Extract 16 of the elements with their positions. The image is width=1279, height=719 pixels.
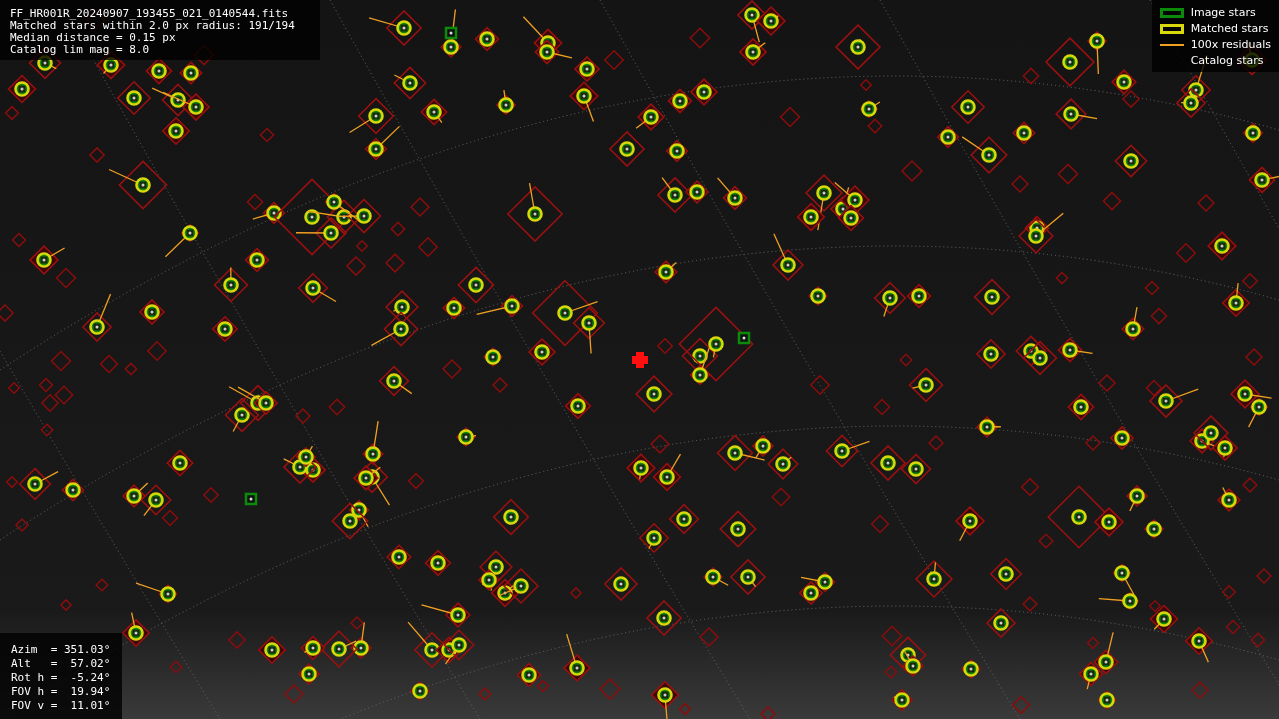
pointing-text: Azim = 351.03° — [11, 643, 112, 657]
info-text: Catalog lim mag = 8.0 — [10, 44, 151, 56]
matched-star-swatch-icon — [1159, 24, 1184, 34]
legend-label: Catalog stars — [1190, 54, 1264, 68]
pointing-text: Rot h = -5.24° — [11, 671, 112, 685]
info-text: Matched stars within 2.0 px radius: 191/194 — [10, 20, 296, 32]
legend-label: 100x residuals — [1190, 38, 1271, 52]
image-star-swatch-icon — [1159, 8, 1184, 18]
pointing-text: Alt = 57.02° — [11, 657, 112, 671]
info-text: Median distance = 0.15 px — [10, 32, 177, 44]
legend-label: Image stars — [1190, 6, 1256, 20]
info-text: FF_HR001R_20240907_193455_021_0140544.fits — [10, 8, 290, 20]
residual-line-swatch-icon — [1159, 44, 1184, 46]
pointing-text: FOV v = 11.01° — [11, 699, 112, 713]
legend-label: Matched stars — [1190, 22, 1269, 36]
pointing-text: FOV h = 19.94° — [11, 685, 112, 699]
